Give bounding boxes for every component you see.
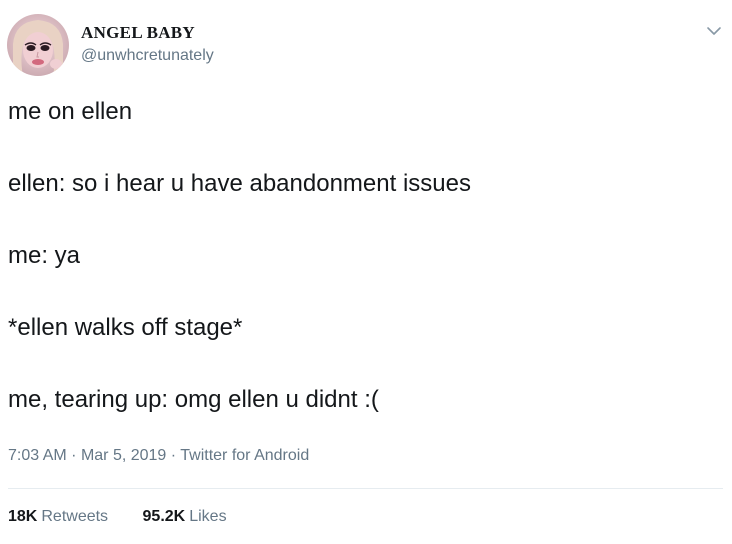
retweets-stat[interactable]: 18K Retweets [8,508,108,526]
tweet-line: ellen: so i hear u have abandonment issu… [8,170,471,197]
tweet-time[interactable]: 7:03 AM [8,447,67,464]
tweet-metadata: 7:03 AM · Mar 5, 2019 · Twitter for Andr… [8,447,309,465]
author-handle[interactable]: @unwhcretunately [81,47,214,65]
chevron-down-icon[interactable] [703,22,725,40]
tweet-line: *ellen walks off stage* [8,314,243,341]
meta-separator: · [170,447,181,464]
likes-label: Likes [189,508,227,525]
likes-stat[interactable]: 95.2K Likes [143,508,227,526]
meta-separator: · [71,447,81,464]
divider [8,488,723,489]
retweets-count: 18K [8,508,38,525]
tweet-line: me on ellen [8,98,133,125]
tweet-source[interactable]: Twitter for Android [180,447,309,464]
avatar[interactable] [7,14,69,76]
retweets-label: Retweets [41,508,109,525]
tweet-card: ANGEL BABY @unwhcretunately me on ellen … [0,0,732,544]
tweet-text: me on ellen ellen: so i hear u have aban… [8,94,723,418]
tweet-line: me: ya [8,242,81,269]
author-display-name[interactable]: ANGEL BABY [81,23,195,43]
doll-face-avatar-icon [7,14,69,76]
tweet-date[interactable]: Mar 5, 2019 [81,447,166,464]
tweet-stats: 18K Retweets 95.2K Likes [8,508,257,526]
likes-count: 95.2K [142,508,186,525]
tweet-line: me, tearing up: omg ellen u didnt :( [8,386,379,413]
